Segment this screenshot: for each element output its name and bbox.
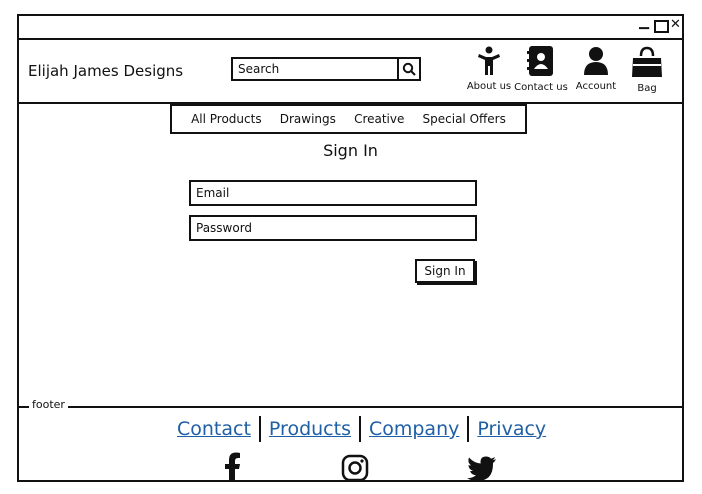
search-input[interactable] bbox=[236, 60, 400, 78]
contact-book-icon bbox=[527, 46, 553, 76]
nav-item-creative[interactable]: Creative bbox=[354, 112, 404, 126]
account-label: Account bbox=[575, 81, 617, 92]
page-title: Sign In bbox=[323, 141, 378, 160]
shopping-bag-icon bbox=[632, 46, 662, 77]
bag-link[interactable]: Bag bbox=[625, 46, 669, 94]
bag-label: Bag bbox=[637, 83, 657, 94]
facebook-icon[interactable] bbox=[223, 452, 241, 482]
nav-item-drawings[interactable]: Drawings bbox=[280, 112, 336, 126]
user-icon bbox=[584, 47, 608, 75]
about-us-label: About us bbox=[466, 81, 512, 92]
email-field-box bbox=[189, 180, 477, 206]
about-us-link[interactable]: About us bbox=[463, 46, 515, 92]
email-field[interactable] bbox=[191, 182, 475, 204]
maximize-icon[interactable] bbox=[654, 20, 669, 33]
contact-us-link[interactable]: Contact us bbox=[511, 45, 571, 93]
search-button[interactable] bbox=[397, 59, 419, 79]
nav-item-special-offers[interactable]: Special Offers bbox=[423, 112, 506, 126]
footer-link-contact[interactable]: Contact bbox=[169, 418, 259, 440]
search-icon bbox=[402, 62, 416, 76]
brand-name[interactable]: Elijah James Designs bbox=[28, 62, 183, 80]
footer-label: footer bbox=[29, 398, 68, 411]
search-box bbox=[231, 57, 421, 81]
person-icon bbox=[478, 46, 500, 75]
sign-in-button[interactable]: Sign In bbox=[415, 259, 475, 283]
twitter-icon[interactable] bbox=[467, 456, 497, 482]
close-icon[interactable]: ✕ bbox=[670, 18, 681, 32]
site-header: Elijah James Designs About us bbox=[19, 38, 682, 104]
title-bar: ▁ ✕ bbox=[19, 16, 682, 40]
contact-us-label: Contact us bbox=[514, 82, 568, 93]
password-field[interactable] bbox=[191, 217, 475, 239]
instagram-icon[interactable] bbox=[341, 454, 369, 482]
footer-link-products[interactable]: Products bbox=[261, 418, 359, 440]
main-nav: All Products Drawings Creative Special O… bbox=[170, 104, 527, 134]
footer-link-privacy[interactable]: Privacy bbox=[469, 418, 554, 440]
browser-window: ▁ ✕ Elijah James Designs About us bbox=[17, 14, 684, 482]
footer-link-company[interactable]: Company bbox=[361, 418, 467, 440]
password-field-box bbox=[189, 215, 477, 241]
footer-links: Contact Products Company Privacy bbox=[169, 416, 554, 442]
site-footer: footer Contact Products Company Privacy bbox=[19, 398, 682, 482]
nav-item-all-products[interactable]: All Products bbox=[191, 112, 262, 126]
account-link[interactable]: Account bbox=[571, 46, 621, 92]
minimize-icon[interactable]: ▁ bbox=[639, 16, 649, 30]
